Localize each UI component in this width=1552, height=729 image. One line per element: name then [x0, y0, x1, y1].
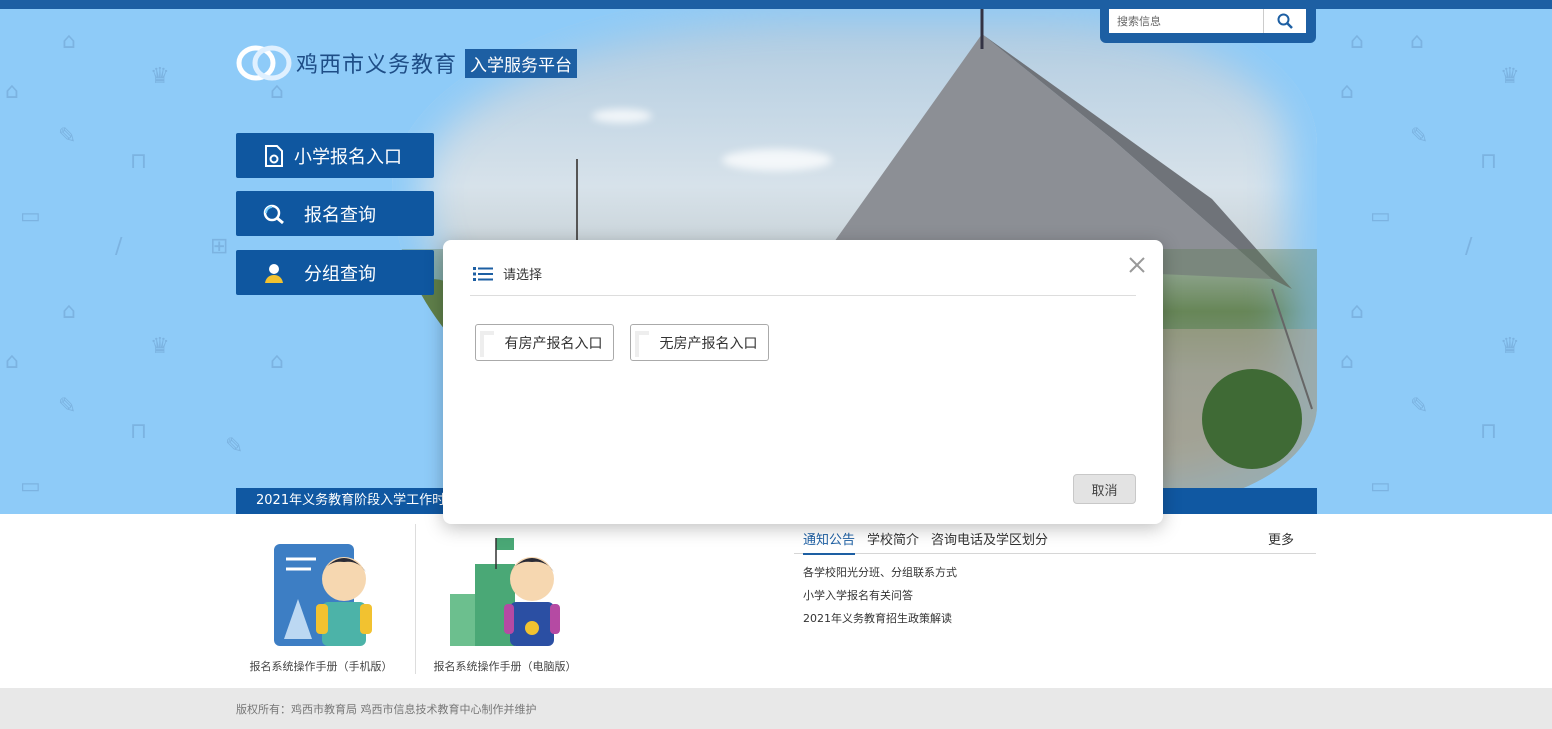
desktop-manual-card[interactable]: 报名系统操作手册（电脑版） — [420, 524, 590, 673]
more-link[interactable]: 更多 — [1268, 529, 1294, 548]
list-icon — [473, 267, 493, 281]
cancel-button[interactable]: 取消 — [1073, 474, 1136, 504]
nav-group-query-button[interactable]: 分组查询 — [236, 250, 434, 295]
dialog-title: 请选择 — [503, 268, 543, 283]
logo-badge: 入学服务平台 — [465, 48, 578, 78]
nav-item-label: 分组查询 — [304, 263, 376, 285]
logo-rings-icon — [236, 45, 292, 81]
option-label: 有房产报名入口 — [504, 335, 603, 352]
search-button[interactable] — [1263, 9, 1306, 33]
tab-contacts-districts[interactable]: 咨询电话及学区划分 — [931, 529, 1048, 548]
mobile-manual-caption: 报名系统操作手册（手机版） — [249, 660, 393, 673]
tab-notices[interactable]: 通知公告 — [803, 529, 856, 555]
desktop-manual-caption: 报名系统操作手册（电脑版） — [433, 660, 577, 673]
notice-tabs: 通知公告 学校简介 咨询电话及学区划分 更多 — [794, 524, 1316, 555]
mobile-manual-card[interactable]: 报名系统操作手册（手机版） — [236, 524, 406, 673]
notice-item[interactable]: 2021年义务教育招生政策解读 — [803, 610, 952, 626]
select-dialog: 请选择 有房产报名入口 无房产报名入口 取消 — [443, 240, 1163, 524]
option-label: 无房产报名入口 — [659, 335, 758, 352]
notice-item[interactable]: 小学入学报名有关问答 — [803, 587, 913, 603]
dialog-divider — [470, 295, 1136, 296]
button-decoration — [635, 331, 649, 357]
manuals-section: 报名系统操作手册（手机版） 报名系统操作手册（电脑版） — [236, 524, 596, 684]
tab-school-intro[interactable]: 学校简介 — [867, 529, 919, 548]
footer: 版权所有：鸡西市教育局 鸡西市信息技术教育中心制作并维护 — [0, 688, 1552, 729]
ticker-text: 2021年义务教育阶段入学工作时间 — [256, 493, 459, 508]
close-icon[interactable] — [1127, 255, 1147, 275]
without-property-registration-button[interactable]: 无房产报名入口 — [630, 324, 769, 361]
nav-item-label: 报名查询 — [304, 204, 376, 226]
nav-primary-registration-button[interactable]: 小学报名入口 — [236, 133, 434, 178]
magnifier-icon — [262, 202, 286, 226]
with-property-registration-button[interactable]: 有房产报名入口 — [475, 324, 614, 361]
mobile-manual-illustration — [274, 544, 372, 646]
search-bar — [1100, 0, 1316, 43]
nav-item-label: 小学报名入口 — [294, 146, 402, 168]
button-decoration — [480, 331, 494, 357]
user-icon — [262, 261, 286, 285]
copyright-text: 版权所有：鸡西市教育局 鸡西市信息技术教育中心制作并维护 — [236, 703, 537, 716]
form-document-icon — [262, 144, 286, 168]
site-logo: 鸡西市义务教育 入学服务平台 — [236, 43, 578, 83]
desktop-manual-illustration — [450, 538, 560, 646]
search-input[interactable] — [1109, 9, 1263, 33]
notice-item[interactable]: 各学校阳光分班、分组联系方式 — [803, 564, 957, 580]
nav-registration-query-button[interactable]: 报名查询 — [236, 191, 434, 236]
manuals-divider — [415, 524, 416, 674]
logo-title: 鸡西市义务教育 — [296, 53, 458, 78]
top-accent-bar — [0, 0, 1552, 9]
search-icon — [1277, 13, 1293, 29]
